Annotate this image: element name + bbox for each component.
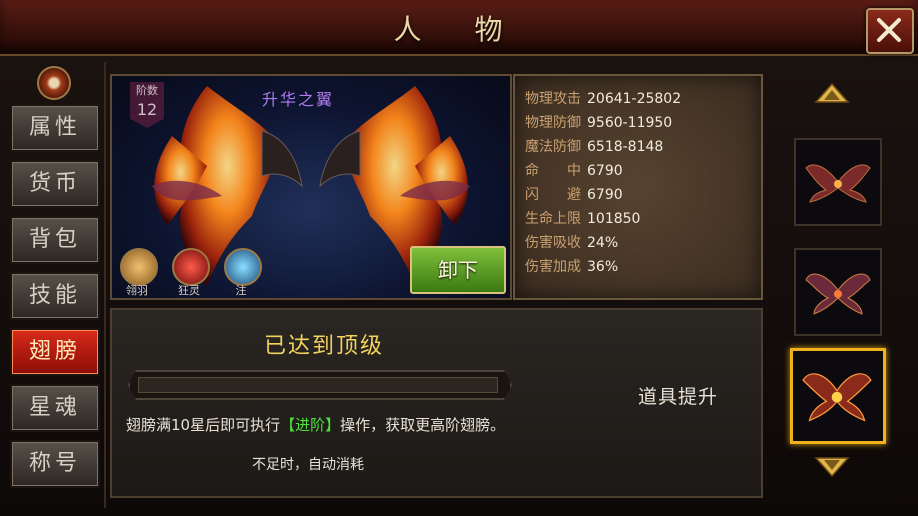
stat-label: 伤害加成 bbox=[525, 259, 581, 275]
stat-row: 伤害加成 36% bbox=[525, 256, 618, 276]
stat-value: 36% bbox=[587, 259, 619, 275]
scroll-up-icon[interactable] bbox=[814, 82, 850, 104]
close-button[interactable] bbox=[866, 8, 914, 54]
wing-selector bbox=[772, 62, 904, 512]
stat-label: 物理攻击 bbox=[525, 91, 581, 107]
unequip-button[interactable]: 卸下 bbox=[410, 246, 506, 294]
scroll-down-icon[interactable] bbox=[814, 456, 850, 478]
item-upgrade-button[interactable]: 道具提升 bbox=[638, 382, 718, 409]
emblem-icon bbox=[37, 66, 71, 100]
stat-value: 101850 bbox=[587, 211, 641, 227]
max-level-status: 已达到顶级 bbox=[264, 334, 385, 359]
wing-name: 升华之翼 bbox=[262, 90, 335, 109]
wing-showcase: 阶数 12 升华之翼 翎羽 狂灵 注 卸下 bbox=[110, 74, 512, 300]
stat-row: 魔法防御 6518-8148 bbox=[525, 136, 663, 156]
skill-label-wave: 注 bbox=[235, 284, 247, 297]
stat-row: 命 中 6790 bbox=[525, 160, 623, 180]
nav-tab-currency[interactable]: 货币 bbox=[10, 160, 100, 208]
stat-label: 命 中 bbox=[525, 163, 581, 179]
nav-tab-attributes[interactable]: 属性 bbox=[10, 104, 100, 152]
nav-tab-star-soul[interactable]: 星魂 bbox=[10, 384, 100, 432]
advance-hint: 翅膀满10星后即可执行【进阶】操作，获取更高阶翅膀。 bbox=[126, 414, 505, 435]
nav-tab-titles[interactable]: 称号 bbox=[10, 440, 100, 488]
wing-slot-2[interactable] bbox=[794, 248, 882, 336]
star-progress-track bbox=[138, 377, 498, 393]
stat-value: 6790 bbox=[587, 187, 623, 203]
stat-row: 闪 避 6790 bbox=[525, 184, 623, 204]
wing-slot-3-selected[interactable] bbox=[790, 348, 886, 444]
auto-consume-note: 不足时，自动消耗 bbox=[252, 457, 364, 473]
window-title: 人 物 bbox=[393, 13, 525, 46]
stat-row: 物理攻击 20641-25802 bbox=[525, 88, 681, 108]
stat-label: 闪 避 bbox=[525, 187, 581, 203]
character-window: 人 物 属性 货币 背包 技能 翅膀 星魂 称号 阶数 12 升华之翼 翎羽 狂… bbox=[0, 0, 918, 516]
wing-thumbnail bbox=[802, 373, 872, 422]
stat-row: 伤害吸收 24% bbox=[525, 232, 618, 252]
demon-skill-icon[interactable] bbox=[172, 248, 210, 286]
stat-label: 物理防御 bbox=[525, 115, 581, 131]
stat-value: 6518-8148 bbox=[587, 139, 664, 155]
side-nav: 属性 货币 背包 技能 翅膀 星魂 称号 bbox=[6, 62, 102, 512]
hint-prefix: 翅膀满10星后即可执行 bbox=[126, 416, 281, 434]
upgrade-panel: 已达到顶级 翅膀满10星后即可执行【进阶】操作，获取更高阶翅膀。 不足时，自动消… bbox=[110, 308, 763, 498]
rank-value: 12 bbox=[136, 100, 158, 119]
nav-tab-bag[interactable]: 背包 bbox=[10, 216, 100, 264]
feather-skill-icon[interactable] bbox=[120, 248, 158, 286]
stat-row: 生命上限 101850 bbox=[525, 208, 640, 228]
stat-row: 物理防御 9560-11950 bbox=[525, 112, 672, 132]
title-bar: 人 物 bbox=[0, 0, 918, 56]
stat-label: 伤害吸收 bbox=[525, 235, 581, 251]
stat-label: 生命上限 bbox=[525, 211, 581, 227]
rank-label: 阶数 bbox=[136, 84, 158, 97]
stat-value: 6790 bbox=[587, 163, 623, 179]
rank-badge: 阶数 12 bbox=[130, 82, 164, 128]
hint-suffix: 操作，获取更高阶翅膀。 bbox=[340, 416, 506, 434]
skill-label-demon: 狂灵 bbox=[178, 284, 200, 297]
stat-label: 魔法防御 bbox=[525, 139, 581, 155]
wing-thumbnail bbox=[805, 164, 871, 203]
stat-value: 20641-25802 bbox=[587, 91, 682, 107]
wing-thumbnail bbox=[805, 273, 871, 315]
wing-slot-1[interactable] bbox=[794, 138, 882, 226]
stat-value: 9560-11950 bbox=[587, 115, 673, 131]
stats-panel: 物理攻击 20641-25802 物理防御 9560-11950 魔法防御 6518-… bbox=[513, 74, 763, 300]
nav-divider bbox=[104, 62, 106, 508]
stat-value: 24% bbox=[587, 235, 619, 251]
nav-tab-wings[interactable]: 翅膀 bbox=[10, 328, 100, 376]
nav-tab-skills[interactable]: 技能 bbox=[10, 272, 100, 320]
advance-keyword: 【进阶】 bbox=[280, 416, 341, 434]
skill-label-feather: 翎羽 bbox=[126, 284, 148, 297]
close-icon bbox=[877, 18, 901, 42]
wave-skill-icon[interactable] bbox=[224, 248, 262, 286]
